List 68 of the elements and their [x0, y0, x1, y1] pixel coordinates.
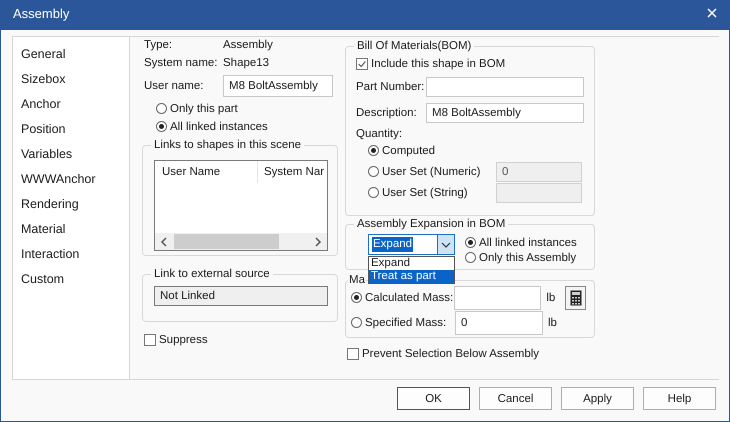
category-item[interactable]: General [21, 42, 129, 67]
field-value: Shape13 [223, 57, 270, 69]
mass-field[interactable]: 0 [455, 310, 543, 334]
scroll-left-icon[interactable] [160, 236, 168, 246]
radio-label: User Set (Numeric) [382, 166, 480, 178]
dropdown-option[interactable]: Expand [369, 257, 454, 270]
category-item[interactable]: Rendering [21, 192, 129, 217]
field-label: User name: [144, 80, 204, 92]
dialog-button[interactable]: OK [397, 387, 470, 410]
category-item[interactable]: Position [21, 117, 129, 142]
close-icon[interactable] [707, 8, 717, 18]
mass-field[interactable] [454, 286, 542, 310]
category-item[interactable]: Material [21, 217, 129, 242]
field-label: Description: [356, 107, 418, 119]
calculator-button[interactable] [565, 286, 586, 310]
category-item[interactable]: Anchor [21, 92, 129, 117]
window-title: Assembly [13, 6, 70, 20]
dialog-button[interactable]: Help [643, 387, 716, 410]
checkbox[interactable] [347, 348, 359, 360]
radio-label: All linked instances [479, 236, 577, 248]
unit-label: lb [546, 292, 556, 304]
field-label: Part Number: [356, 81, 426, 93]
group-legend: Links to shapes in this scene [151, 138, 304, 152]
field-label: Type: [144, 39, 174, 51]
dialog-button[interactable]: Cancel [479, 387, 552, 410]
unit-label: lb [548, 316, 558, 328]
category-item[interactable]: Sizebox [21, 67, 129, 92]
radio-button[interactable] [465, 237, 476, 248]
radio-label: Only this part [170, 102, 238, 114]
radio-label: Only this Assembly [479, 252, 576, 264]
checkbox-label: Include this shape in BOM [371, 58, 506, 70]
field-label: System name: [144, 57, 218, 69]
radio-button[interactable] [156, 103, 167, 114]
radio-button[interactable] [465, 252, 476, 263]
dropdown-option[interactable]: Treat as part [369, 270, 454, 283]
checkbox-label: Prevent Selection Below Assembly [362, 348, 540, 360]
category-item[interactable]: WWWAnchor [21, 167, 129, 192]
radio-label: All linked instances [170, 120, 268, 132]
group-legend: Assembly Expansion in BOM [354, 217, 508, 231]
radio-label: Computed [382, 144, 436, 156]
chevron-down-icon [441, 242, 451, 248]
description-field[interactable]: M8 BoltAssembly [426, 103, 584, 123]
radio-button[interactable] [351, 317, 362, 328]
part-number-field[interactable] [426, 77, 584, 97]
user-name-field[interactable]: M8 BoltAssembly [223, 75, 333, 97]
column-header[interactable]: User Name [155, 161, 258, 183]
radio-label: User Set (String) [382, 186, 468, 198]
checkbox[interactable] [144, 334, 156, 346]
external-source-field[interactable]: Not Linked [154, 286, 328, 306]
radio-button[interactable] [351, 292, 362, 303]
field-label: Quantity: [356, 128, 404, 140]
radio-label: Calculated Mass: [365, 292, 454, 304]
calculator-icon [570, 290, 582, 306]
category-item[interactable]: Interaction [21, 242, 129, 267]
category-item[interactable]: Custom [21, 267, 129, 292]
scroll-right-icon[interactable] [314, 236, 322, 246]
horizontal-scrollbar[interactable] [155, 233, 327, 250]
group-legend: Bill Of Materials(BOM) [354, 39, 474, 53]
field-value: Assembly [223, 39, 274, 51]
radio-label: Specified Mass: [365, 316, 446, 328]
expansion-dropdown[interactable]: Expand [368, 234, 455, 255]
dialog-button[interactable]: Apply [561, 387, 634, 410]
category-item[interactable]: Variables [21, 142, 129, 167]
radio-button[interactable] [368, 145, 379, 156]
radio-button[interactable] [156, 121, 167, 132]
checkbox-label: Suppress [159, 334, 208, 346]
checkbox[interactable] [356, 58, 368, 70]
column-header[interactable]: System Nar [258, 166, 327, 178]
